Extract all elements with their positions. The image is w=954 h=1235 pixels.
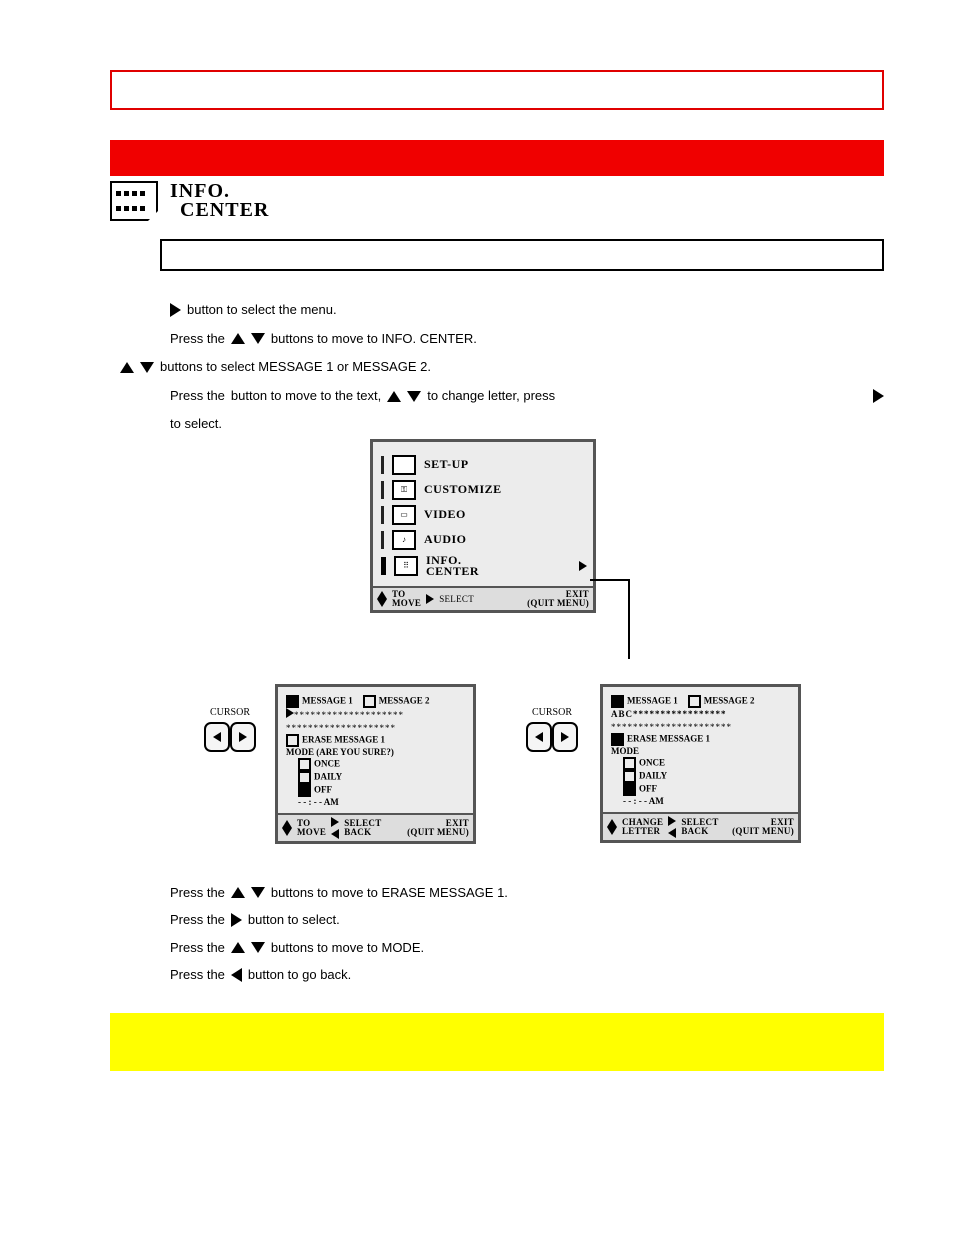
bottom-bullet-4: Press the button to go back. — [170, 961, 884, 988]
info-center-label: INFO. CENTER — [170, 182, 269, 220]
instructions-bottom: Press the buttons to move to ERASE MESSA… — [170, 879, 884, 988]
bullet4-post: to change letter, press — [427, 382, 555, 411]
info-line2: CENTER — [180, 201, 269, 220]
triangle-up-icon — [120, 362, 134, 373]
bullet3-post: buttons to select MESSAGE 1 or MESSAGE 2… — [160, 353, 431, 382]
triangle-right-icon — [873, 389, 884, 403]
triangle-up-icon — [231, 942, 245, 953]
note-icon: ♪ — [392, 530, 416, 550]
cursor-right-button[interactable] — [230, 722, 256, 752]
triangle-right-icon — [239, 732, 247, 742]
info-center-heading: INFO. CENTER — [110, 181, 884, 221]
keypad-icon — [110, 181, 158, 221]
triangle-up-icon — [377, 591, 387, 599]
checkbox-icon[interactable] — [298, 771, 311, 784]
cursor-buttons-right: CURSOR — [522, 707, 582, 752]
key-icon: ⚿ — [392, 480, 416, 500]
triangle-right-icon — [170, 303, 181, 317]
manual-page: INFO. CENTER button to select the menu. … — [0, 0, 954, 1235]
triangle-left-icon — [331, 829, 339, 839]
header-red-solid-bar — [110, 140, 884, 176]
cursor-label: CURSOR — [522, 707, 582, 718]
bullet-4: Press the button to move to the text, to… — [170, 382, 884, 411]
checkbox-icon[interactable] — [688, 695, 701, 708]
triangle-down-icon — [251, 887, 265, 898]
bullet4-pre: Press the — [170, 382, 225, 411]
sub-a-footer: TOMOVE SELECTBACK EXIT(QUIT MENU) — [278, 813, 473, 841]
triangle-right-icon — [668, 816, 676, 826]
checkbox-icon[interactable] — [286, 695, 299, 708]
triangle-down-icon — [251, 333, 265, 344]
triangle-right-icon — [231, 913, 242, 927]
triangle-left-icon — [213, 732, 221, 742]
instructions-top: button to select the menu. Press the but… — [170, 296, 884, 439]
menu-item-info-center[interactable]: ⠿ INFO. CENTER — [381, 555, 587, 577]
cursor-left-button[interactable] — [526, 722, 552, 752]
menu-diagram: SET-UP ⚿ CUSTOMIZE ▭ VIDEO ♪ AUDIO ⠿ — [170, 439, 884, 879]
cursor-right-button[interactable] — [552, 722, 578, 752]
triangle-right-icon — [286, 708, 294, 718]
triangle-up-icon — [231, 333, 245, 344]
cursor-label: CURSOR — [200, 707, 260, 718]
bottom-bullet-1: Press the buttons to move to ERASE MESSA… — [170, 879, 884, 906]
triangle-right-icon — [426, 594, 434, 604]
bullet2-post: buttons to move to INFO. CENTER. — [271, 325, 477, 354]
video-icon: ▭ — [392, 505, 416, 525]
main-menu-osd: SET-UP ⚿ CUSTOMIZE ▭ VIDEO ♪ AUDIO ⠿ — [370, 439, 596, 613]
triangle-down-icon — [282, 828, 292, 836]
triangle-up-icon — [387, 391, 401, 402]
triangle-left-icon — [231, 968, 242, 982]
bullet-1: button to select the menu. — [170, 296, 884, 325]
menu-item-customize[interactable]: ⚿ CUSTOMIZE — [381, 480, 587, 500]
bullet4-end: to select. — [170, 410, 222, 439]
triangle-left-icon — [668, 828, 676, 838]
triangle-up-icon — [607, 819, 617, 827]
footer-yellow-bar — [110, 1013, 884, 1071]
message-menu-initial: MESSAGE 1 MESSAGE 2 ********************… — [275, 684, 476, 844]
bullet-3: buttons to select MESSAGE 1 or MESSAGE 2… — [120, 353, 884, 382]
triangle-down-icon — [251, 942, 265, 953]
checkbox-icon[interactable] — [611, 733, 624, 746]
triangle-down-icon — [377, 599, 387, 607]
triangle-right-icon — [561, 732, 569, 742]
triangle-right-icon — [331, 817, 339, 827]
checkbox-icon[interactable] — [611, 695, 624, 708]
checkbox-icon[interactable] — [363, 695, 376, 708]
bullet1-text: button to select the menu. — [187, 296, 337, 325]
triangle-up-icon — [231, 887, 245, 898]
menu-item-video[interactable]: ▭ VIDEO — [381, 505, 587, 525]
triangle-right-icon — [579, 561, 587, 571]
cursor-buttons-left: CURSOR — [200, 707, 260, 752]
sub-b-footer: CHANGELETTER SELECTBACK EXIT(QUIT MENU) — [603, 812, 798, 840]
bullet-4b: to select. — [170, 410, 884, 439]
message-menu-editing: MESSAGE 1 MESSAGE 2 ABC*****************… — [600, 684, 801, 843]
monitor-icon — [392, 455, 416, 475]
menu-item-audio[interactable]: ♪ AUDIO — [381, 530, 587, 550]
triangle-down-icon — [607, 827, 617, 835]
checkbox-icon[interactable] — [623, 757, 636, 770]
bullet4-mid: button to move to the text, — [231, 382, 381, 411]
checkbox-icon[interactable] — [286, 734, 299, 747]
instruction-box — [160, 239, 884, 271]
cursor-left-button[interactable] — [204, 722, 230, 752]
checkbox-icon[interactable] — [298, 784, 311, 797]
bottom-bullet-3: Press the buttons to move to MODE. — [170, 934, 884, 961]
checkbox-icon[interactable] — [623, 783, 636, 796]
bottom-bullet-2: Press the button to select. — [170, 906, 884, 933]
keypad-icon: ⠿ — [394, 556, 418, 576]
checkbox-icon[interactable] — [623, 770, 636, 783]
triangle-down-icon — [140, 362, 154, 373]
bullet2-pre: Press the — [170, 325, 225, 354]
triangle-down-icon — [407, 391, 421, 402]
menu-item-setup[interactable]: SET-UP — [381, 455, 587, 475]
triangle-up-icon — [282, 820, 292, 828]
checkbox-icon[interactable] — [298, 758, 311, 771]
main-menu-footer: TOMOVE SELECT EXIT(QUIT MENU) — [373, 586, 593, 610]
header-red-outline-bar — [110, 70, 884, 110]
bullet-2: Press the buttons to move to INFO. CENTE… — [170, 325, 884, 354]
triangle-left-icon — [535, 732, 543, 742]
